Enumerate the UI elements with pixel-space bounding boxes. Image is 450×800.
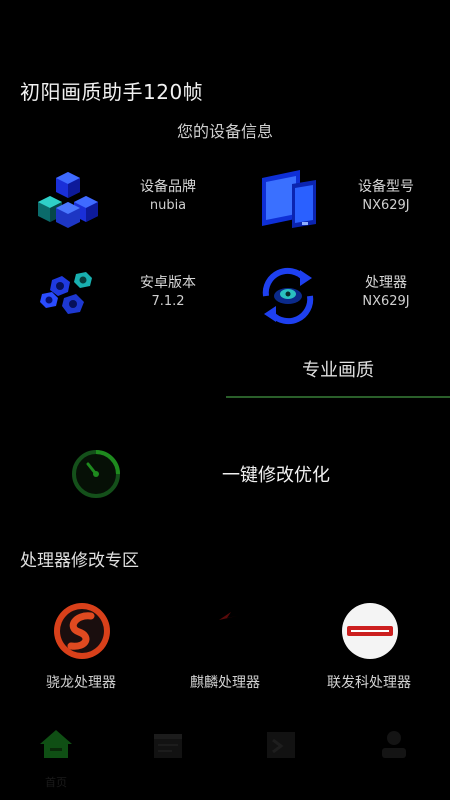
- terminal-icon: [267, 732, 295, 758]
- user-icon: [382, 731, 406, 758]
- mediatek-processor-button[interactable]: 联发科处理器: [294, 600, 444, 696]
- info-card-value: 7.1.2: [151, 294, 185, 309]
- home-icon: [40, 730, 72, 758]
- app-title: 初阳画质助手120帧: [20, 80, 204, 104]
- info-card-value: nubia: [149, 198, 187, 213]
- info-card-label: 设备型号: [358, 179, 414, 195]
- speedometer-icon: [72, 450, 120, 498]
- nav-item-home[interactable]: 首页: [0, 726, 112, 796]
- mediatek-logo-icon: [342, 603, 398, 659]
- processor-section-heading: 处理器修改专区: [20, 551, 139, 571]
- tab-indicator: [226, 396, 450, 398]
- processor-name: 联发科处理器: [327, 675, 411, 691]
- bottom-navigation: 首页: [0, 718, 450, 800]
- info-card-processor: 处理器 NX629J: [238, 264, 448, 334]
- info-card-label: 设备品牌: [140, 179, 196, 195]
- nav-item-label: 首页: [45, 776, 67, 789]
- info-card-value: NX629J: [362, 294, 410, 309]
- one-click-optimize-label: 一键修改优化: [222, 465, 330, 486]
- processor-refresh-icon: [262, 267, 314, 325]
- nav-item-user[interactable]: [338, 726, 450, 796]
- nav-item-terminal[interactable]: [225, 726, 337, 796]
- snapdragon-logo-icon: [54, 603, 110, 659]
- tab-pro-quality[interactable]: 专业画质: [226, 356, 450, 382]
- info-card-android-version: 安卓版本 7.1.2: [20, 264, 230, 334]
- nav-item-calendar[interactable]: [112, 726, 224, 796]
- cubes-icon: [38, 172, 98, 228]
- info-card-label: 安卓版本: [140, 275, 196, 291]
- calendar-icon: [154, 734, 182, 758]
- info-card-label: 处理器: [365, 275, 407, 291]
- processor-name: 麒麟处理器: [190, 675, 260, 691]
- devices-icon: [262, 170, 316, 228]
- one-click-optimize-button[interactable]: 一键修改优化: [0, 440, 450, 510]
- info-card-brand: 设备品牌 nubia: [20, 168, 230, 238]
- info-card-value: NX629J: [362, 198, 410, 213]
- nuts-icon: [40, 272, 92, 314]
- snapdragon-processor-button[interactable]: 骁龙处理器: [6, 600, 156, 696]
- device-info-heading: 您的设备信息: [176, 122, 273, 141]
- kirin-processor-button[interactable]: 麒麟处理器: [150, 600, 300, 696]
- kirin-logo-icon: [219, 612, 237, 620]
- info-card-model: 设备型号 NX629J: [238, 168, 448, 238]
- processor-name: 骁龙处理器: [46, 675, 116, 691]
